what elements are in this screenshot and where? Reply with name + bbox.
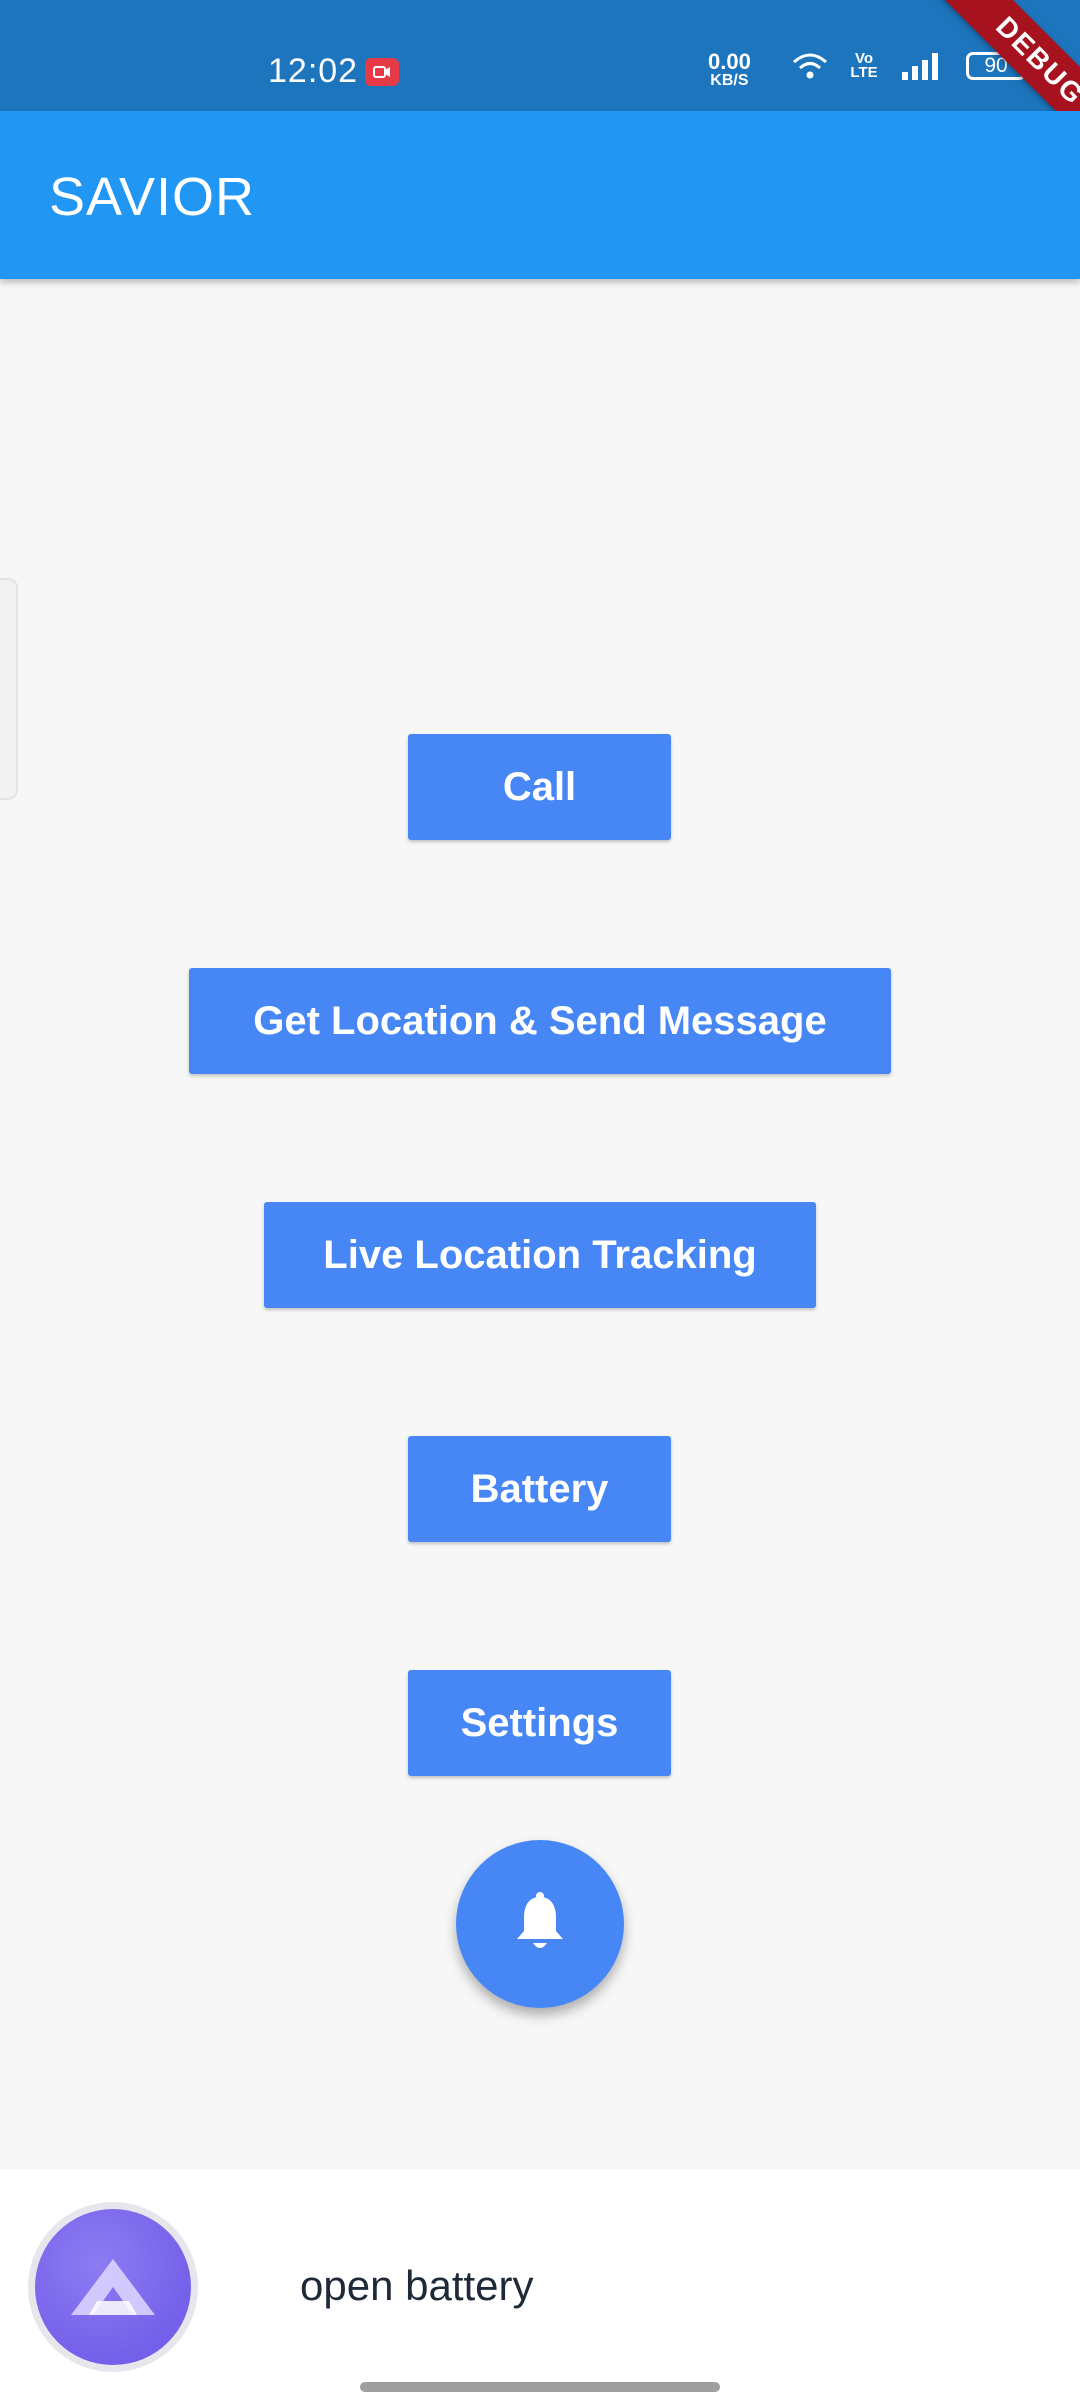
home-indicator[interactable] [360, 2382, 720, 2392]
assistant-panel: open battery [0, 2170, 1080, 2400]
wifi-icon [792, 52, 828, 80]
assistant-button[interactable] [28, 2202, 198, 2372]
app-title: SAVIOR [49, 167, 256, 227]
status-time: 12:02 [268, 52, 359, 90]
assistant-transcript: open battery [300, 2262, 534, 2309]
get-location-send-message-button[interactable]: Get Location & Send Message [189, 968, 891, 1074]
call-button[interactable]: Call [408, 734, 671, 840]
network-speed: 0.00 KB/S [708, 49, 751, 90]
app-bar: SAVIOR [0, 111, 1080, 279]
bell-icon [514, 1891, 566, 1958]
live-location-tracking-button[interactable]: Live Location Tracking [264, 1202, 816, 1308]
edge-panel-handle[interactable] [0, 578, 18, 800]
battery-button[interactable]: Battery [408, 1436, 671, 1542]
screen-record-icon [365, 58, 399, 86]
assistant-logo-icon [35, 2209, 191, 2365]
volte-icon: Vo LTE [850, 50, 878, 81]
settings-button[interactable]: Settings [408, 1670, 671, 1776]
alert-fab-button[interactable] [456, 1840, 624, 2008]
